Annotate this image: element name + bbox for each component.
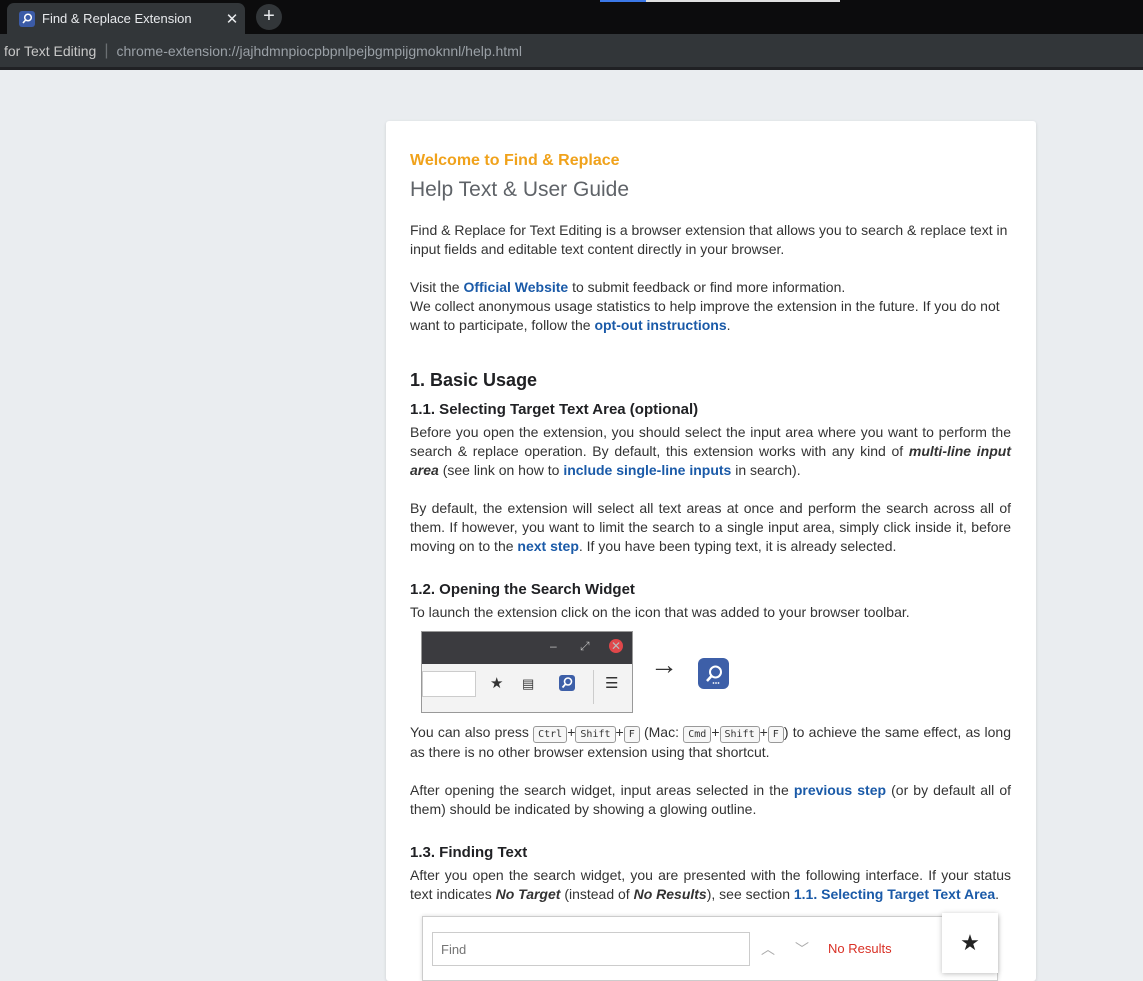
key-f: F bbox=[623, 726, 640, 743]
top-accent-light bbox=[646, 0, 840, 2]
tab-find-replace[interactable]: Find & Replace Extension ✕ bbox=[7, 3, 245, 34]
welcome-heading: Welcome to Find & Replace bbox=[410, 152, 620, 169]
visit-prefix: Visit the bbox=[410, 279, 464, 295]
page-background: Welcome to Find & Replace Help Text & Us… bbox=[0, 70, 1143, 981]
find-input[interactable] bbox=[432, 932, 750, 966]
illustration-titlebar: – ⤢ ✕ bbox=[422, 632, 632, 664]
address-bar[interactable]: for Text Editing | chrome-extension://ja… bbox=[0, 34, 1143, 70]
s11-paragraph-1: Before you open the extension, you shoul… bbox=[410, 423, 1011, 480]
s12-paragraph-3: After opening the search widget, input a… bbox=[410, 781, 1011, 819]
toolbar-illustration: – ⤢ ✕ ★ ▤ ☰ bbox=[421, 631, 633, 713]
help-card: Welcome to Find & Replace Help Text & Us… bbox=[386, 121, 1036, 981]
star-icon[interactable]: ★ bbox=[942, 913, 998, 973]
close-icon[interactable]: ✕ bbox=[219, 10, 245, 28]
s12-paragraph-1: To launch the extension click on the ico… bbox=[410, 604, 910, 620]
plus-3: + bbox=[711, 724, 720, 740]
key-ctrl: Ctrl bbox=[533, 726, 568, 743]
subsection-1-1: 1.1. Selecting Target Text Area (optiona… bbox=[410, 401, 699, 418]
section-1-1-link[interactable]: 1.1. Selecting Target Text Area bbox=[794, 886, 995, 902]
key-f-mac: F bbox=[767, 726, 784, 743]
illustration-urlbar bbox=[422, 671, 476, 697]
extension-search-icon bbox=[698, 658, 729, 689]
next-step-link[interactable]: next step bbox=[517, 538, 578, 554]
visit-suffix: to submit feedback or find more informat… bbox=[568, 279, 846, 295]
mac-open: (Mac: bbox=[639, 724, 684, 740]
site-label: for Text Editing bbox=[4, 42, 97, 59]
s11-text-c: in search). bbox=[731, 462, 801, 478]
plus-1: + bbox=[567, 724, 576, 740]
s11-paragraph-2: By default, the extension will select al… bbox=[410, 499, 1011, 556]
search-icon bbox=[19, 10, 35, 27]
restore-icon: ⤢ bbox=[580, 639, 590, 653]
s12-p3-text-a: After opening the search widget, input a… bbox=[410, 782, 794, 798]
previous-step-link[interactable]: previous step bbox=[794, 782, 886, 798]
minimize-icon: – bbox=[550, 639, 557, 653]
subsection-1-3: 1.3. Finding Text bbox=[410, 844, 528, 861]
status-text: No Results bbox=[828, 941, 892, 956]
key-shift-mac: Shift bbox=[719, 726, 760, 743]
single-line-inputs-link[interactable]: include single-line inputs bbox=[563, 462, 731, 478]
tab-bar: Find & Replace Extension ✕ + bbox=[0, 0, 1143, 34]
stats-end: . bbox=[726, 317, 731, 333]
find-widget: ︿ ﹀ No Results ★ bbox=[422, 913, 998, 981]
tab-title: Find & Replace Extension bbox=[42, 11, 192, 26]
illustration-separator bbox=[593, 670, 594, 704]
key-shift: Shift bbox=[575, 726, 616, 743]
search-icon bbox=[559, 675, 575, 695]
no-target-term: No Target bbox=[495, 886, 561, 902]
s13-text-b: (instead of bbox=[560, 886, 634, 902]
official-website-link[interactable]: Official Website bbox=[463, 279, 568, 295]
star-icon: ★ bbox=[490, 675, 504, 692]
s13-text-c: ), see section bbox=[706, 886, 794, 902]
key-cmd: Cmd bbox=[683, 726, 712, 743]
reader-icon: ▤ bbox=[522, 676, 535, 691]
s11-text-b: (see link on how to bbox=[438, 462, 564, 478]
s13-paragraph-1: After you open the search widget, you ar… bbox=[410, 866, 1011, 904]
menu-icon: ☰ bbox=[605, 675, 619, 692]
url-text[interactable]: chrome-extension://jajhdmnpiocpbpnlpejbg… bbox=[117, 43, 522, 59]
s12-paragraph-2: You can also press Ctrl + Shift + F (Mac: Cm… bbox=[410, 723, 1011, 762]
s11-p2-text-b: . If you have been typing text, it is al… bbox=[578, 538, 897, 554]
plus-4: + bbox=[759, 724, 768, 740]
no-results-term: No Results bbox=[633, 886, 707, 902]
opt-out-link[interactable]: opt-out instructions bbox=[594, 317, 726, 333]
close-icon: ✕ bbox=[609, 639, 623, 653]
plus-2: + bbox=[615, 724, 624, 740]
section-basic-usage: 1. Basic Usage bbox=[410, 370, 538, 390]
new-tab-button[interactable]: + bbox=[256, 4, 282, 30]
top-accent bbox=[600, 0, 646, 2]
s12-p2-text-a: You can also press bbox=[410, 724, 534, 740]
intro-paragraph: Find & Replace for Text Editing is a bro… bbox=[410, 222, 1008, 257]
s13-text-d: . bbox=[995, 886, 1000, 902]
subsection-1-2: 1.2. Opening the Search Widget bbox=[410, 581, 635, 598]
chevron-down-icon[interactable]: ﹀ bbox=[795, 939, 809, 959]
address-separator: | bbox=[104, 41, 109, 59]
visit-paragraph: Visit the Official Website to submit fee… bbox=[410, 278, 1011, 335]
chevron-up-icon[interactable]: ︿ bbox=[761, 939, 775, 959]
arrow-right-icon: → bbox=[650, 649, 678, 680]
page-title: Help Text & User Guide bbox=[410, 178, 630, 201]
